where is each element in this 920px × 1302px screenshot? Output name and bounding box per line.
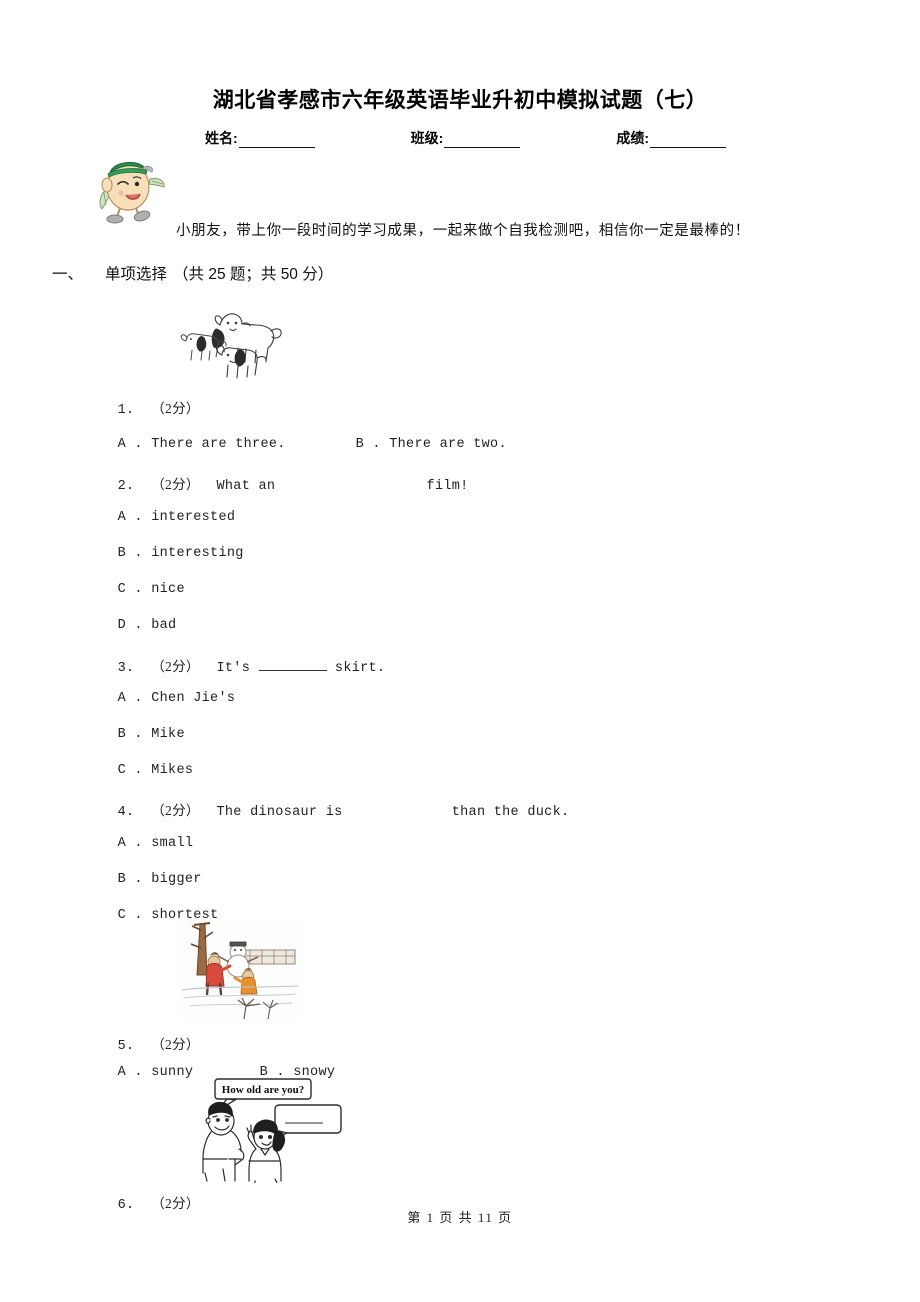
score-field[interactable]: 成绩: (616, 128, 727, 148)
snowy-winter-scene-illustration (180, 920, 300, 1020)
name-blank[interactable] (238, 134, 315, 148)
question-4-option-b-text: bigger (151, 872, 202, 887)
question-4-option-c-letter: C (117, 908, 127, 923)
page-title: 湖北省孝感市六年级英语毕业升初中模拟试题（七） (212, 89, 708, 112)
question-2-option-b-letter: B (117, 546, 127, 561)
question-4-option-a-letter: A (117, 836, 127, 851)
question-2-option-d-text: bad (151, 618, 177, 633)
question-3-stem-after: skirt. (334, 661, 386, 676)
name-label: 姓名: (205, 130, 238, 146)
class-label: 班级: (410, 130, 444, 146)
question-3-option-a-letter: A (117, 691, 127, 706)
question-2-option-c-letter: C (117, 582, 127, 597)
question-2-stem-after: film! (426, 479, 469, 494)
score-label: 成绩: (616, 130, 650, 146)
question-1-option-b-letter: B (355, 437, 365, 452)
page-footer: 第 1 页 共 11 页 (407, 1210, 513, 1225)
intro-text: 小朋友，带上你一段时间的学习成果，一起来做个自我检测吧，相信你一定是最棒的！ (176, 223, 750, 239)
score-blank[interactable] (650, 134, 727, 148)
exam-page: 湖北省孝感市六年级英语毕业升初中模拟试题（七） 姓名: 班级: 成绩: 小朋友，… (0, 0, 920, 1302)
question-1-option-a-text: There are three. (151, 437, 286, 452)
question-5-option-a[interactable]: A . sunny (84, 1050, 193, 1095)
question-3-option-a-text: Chen Jie's (151, 691, 236, 706)
question-2-option-b-text: interesting (151, 546, 244, 561)
question-4-stem-before: The dinosaur is (216, 805, 343, 820)
question-1-number: 1. (117, 403, 135, 418)
question-1-option-b-text: There are two. (389, 437, 507, 452)
question-3-points: （2分） (151, 659, 200, 674)
question-1-option-a-letter: A (117, 437, 127, 452)
section-meta: （共 25 题；共 50 分） (173, 266, 334, 283)
question-4-option-b-letter: B (117, 872, 127, 887)
question-2-option-a-text: interested (151, 510, 236, 525)
question-3-option-b-letter: B (117, 727, 127, 742)
question-2-stem-before: What an (216, 479, 276, 494)
question-2-option-c-text: nice (151, 582, 185, 597)
question-4-stem-after: than the duck. (451, 805, 570, 820)
question-3-option-c-text: Mikes (151, 763, 194, 778)
question-3-option-b-text: Mike (151, 727, 185, 742)
question-2-option-a-letter: A (117, 510, 127, 525)
question-5-option-a-letter: A (117, 1065, 127, 1080)
class-field[interactable]: 班级: (411, 128, 521, 148)
question-4-number: 4. (117, 805, 135, 820)
section-name: 单项选择 (105, 266, 168, 283)
question-4-option-a-text: small (151, 836, 194, 851)
student-info-row: 姓名: 班级: 成绩: (205, 128, 745, 148)
how-old-are-you-dialogue-illustration: How old are you? (183, 1073, 353, 1184)
question-2-option-d-letter: D (117, 618, 127, 633)
question-2-points: （2分） (151, 477, 200, 492)
question-3-option-c-letter: C (117, 763, 127, 778)
section-heading: 一、 单项选择 （共 25 题；共 50 分） (52, 262, 333, 284)
question-1-points: （2分） (151, 401, 200, 416)
question-3-number: 3. (117, 661, 135, 676)
question-2-number: 2. (117, 479, 135, 494)
three-dogs-illustration (176, 303, 286, 381)
svg-text:How old are you?: How old are you? (222, 1084, 305, 1096)
cartoon-mascot-illustration (90, 153, 170, 225)
question-3-stem-before: It's (216, 661, 251, 676)
class-blank[interactable] (444, 134, 521, 148)
question-3-blank[interactable] (258, 659, 327, 671)
question-4-points: （2分） (151, 803, 200, 818)
section-index: 一、 (52, 266, 84, 283)
name-field[interactable]: 姓名: (205, 128, 315, 148)
